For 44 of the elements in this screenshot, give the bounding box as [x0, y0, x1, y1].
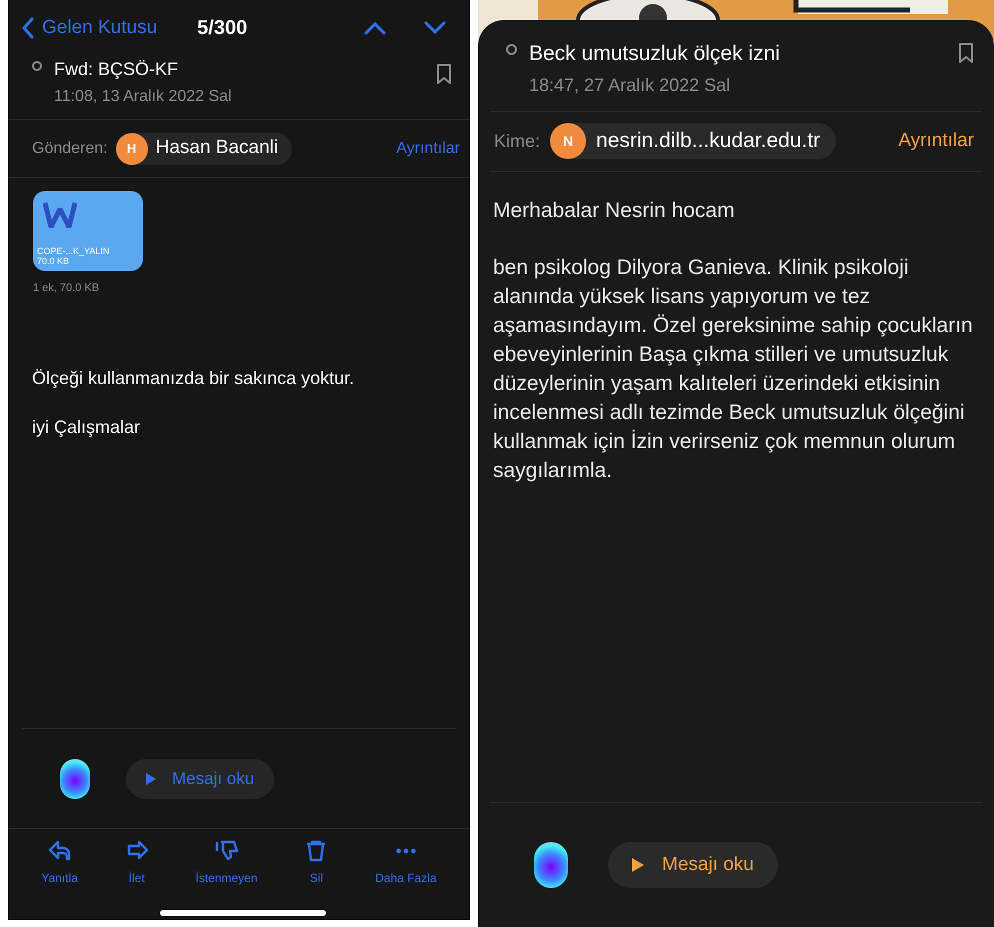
document-icon: [43, 201, 77, 229]
attachment-tile[interactable]: COPE-...K_YALIN 70.0 KB: [33, 191, 143, 271]
more-icon: [396, 848, 416, 854]
body-text: ben psikolog Dilyora Ganieva. Klinik psikoloji alanında yüksek lisans yapıyorum ve tez aşamasındayım. Özel gereksinime sahip çocukların ebeveyinlerinin Başa çıkma stilleri ve umutsuzluk düzeylerinin yaşam kalıteleri üzerindeki etkisinin incelenmesi adlı tezimde Beck umutsuzluk ölçeğini kullanmak için İzin verirseniz çok memnun olurum saygılarımla.: [493, 254, 974, 484]
toolbar-button[interactable]: İlet: [124, 839, 149, 887]
reply-icon: [48, 839, 72, 863]
email-subject: Beck umutsuzluk ölçek izni: [529, 41, 780, 67]
toolbar-button[interactable]: Sil: [304, 839, 328, 887]
siri-orb-icon[interactable]: [534, 842, 568, 888]
thumbs-down-icon: [214, 839, 239, 863]
sender-name: Hasan Bacanli: [156, 136, 278, 160]
next-message-button[interactable]: [424, 21, 446, 35]
details-link[interactable]: Ayrıntılar: [898, 126, 974, 156]
back-button[interactable]: Gelen Kutusu: [22, 14, 158, 42]
recipient-chip[interactable]: N nesrin.dilb...kudar.edu.tr: [550, 123, 836, 159]
body-text: Ölçeği kullanmanızda bir sakınca yoktur.: [32, 366, 356, 390]
back-chevron-icon: [22, 17, 34, 39]
recipient-address: nesrin.dilb...kudar.edu.tr: [596, 128, 820, 154]
email-date: 18:47, 27 Aralık 2022 Sal: [529, 74, 732, 96]
bookmark-icon: [958, 42, 974, 64]
attachment-size: 70.0 KB: [37, 256, 70, 266]
recipient-label: Kime:: [494, 130, 540, 152]
body-text: iyi Çalışmalar: [32, 416, 142, 439]
message-counter: 5/300: [197, 16, 248, 41]
email-subject: Fwd: BÇSÖ-KF: [54, 58, 180, 81]
read-message-button[interactable]: Mesajı oku: [126, 758, 274, 798]
toolbar-button[interactable]: Daha Fazla: [375, 839, 437, 887]
siri-orb-icon[interactable]: [60, 758, 90, 798]
avatar-initial: H: [116, 132, 148, 164]
previous-message-button[interactable]: [364, 21, 386, 35]
attachment-name: COPE-...K_YALIN: [37, 246, 110, 256]
toolbar-button[interactable]: Yanıtla: [41, 839, 78, 887]
body-text: Merhabalar Nesrin hocam: [493, 198, 736, 224]
avatar-initial: N: [550, 123, 586, 159]
toolbar-button[interactable]: İstenmeyen: [196, 839, 258, 887]
sender-label: Gönderen:: [32, 138, 108, 158]
attachment-summary: 1 ek, 70.0 KB: [33, 281, 100, 296]
bookmark-icon: [436, 64, 452, 84]
details-link[interactable]: Ayrıntılar: [396, 136, 460, 160]
play-icon: [146, 772, 156, 784]
play-icon: [632, 858, 644, 872]
email-date: 11:08, 13 Aralık 2022 Sal: [54, 87, 232, 107]
sender-chip[interactable]: H Hasan Bacanli: [116, 132, 292, 164]
read-message-button[interactable]: Mesajı oku: [608, 842, 778, 888]
